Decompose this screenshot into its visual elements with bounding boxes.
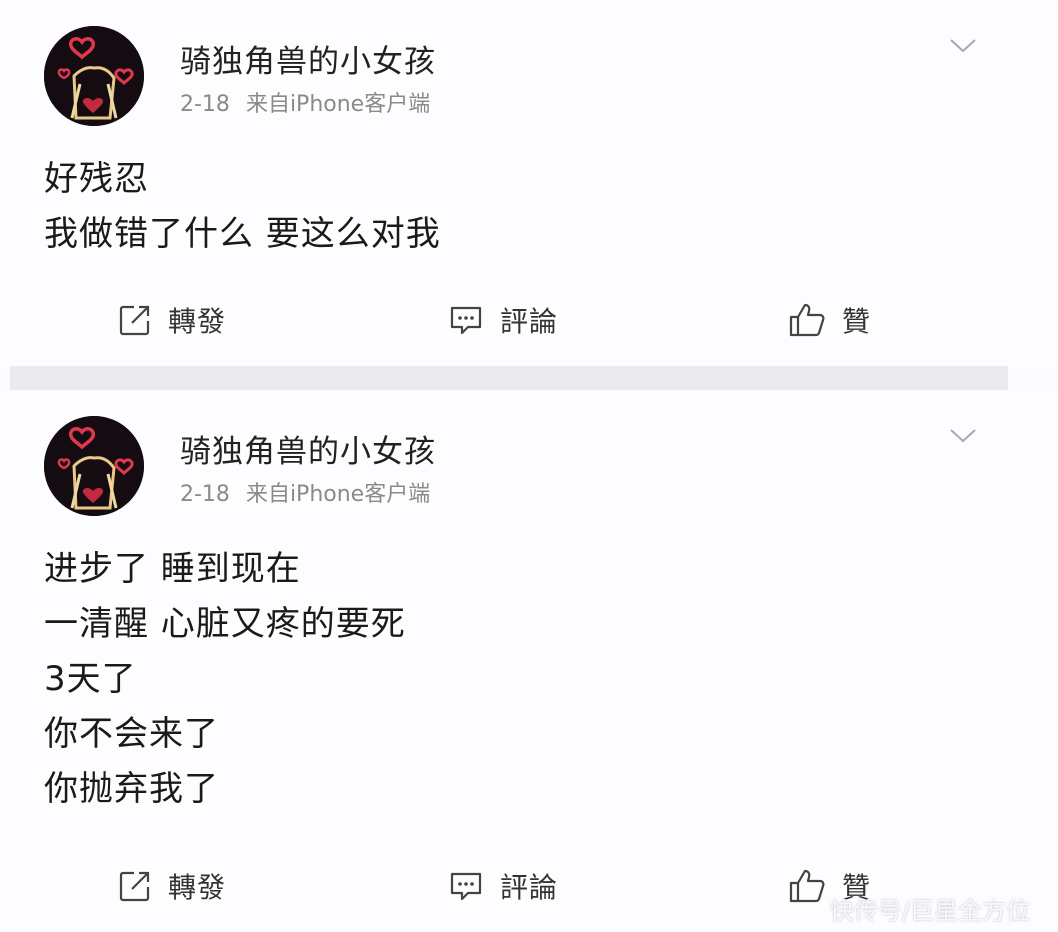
post-card: 骑独角兽的小女孩 2-18 来自iPhone客户端 好残忍 我做错了什么 要这么对… — [0, 0, 1058, 366]
post-text-line: 你不会来了 — [44, 714, 219, 754]
repost-button[interactable]: 轉發 — [118, 864, 226, 908]
post-meta: 2-18 来自iPhone客户端 — [180, 476, 430, 508]
chevron-down-icon[interactable] — [948, 426, 978, 446]
action-bar: 轉發 評論 贊 — [0, 298, 1058, 342]
post-meta: 2-18 来自iPhone客户端 — [180, 86, 430, 118]
repost-label: 轉發 — [168, 305, 227, 338]
comment-button[interactable]: 評論 — [448, 864, 558, 908]
repost-icon — [119, 871, 150, 902]
comment-button[interactable]: 評論 — [448, 298, 558, 342]
post-text-line: 好残忍 — [44, 159, 149, 199]
repost-button[interactable]: 轉發 — [118, 298, 226, 342]
avatar[interactable] — [44, 26, 144, 126]
like-button[interactable]: 贊 — [788, 298, 871, 342]
post-date: 2-18 — [180, 92, 230, 117]
comment-icon — [450, 306, 482, 335]
post-source: 来自iPhone客户端 — [245, 482, 431, 507]
post-text-line: 进步了 睡到现在 — [44, 549, 301, 589]
post-date: 2-18 — [180, 482, 230, 507]
post-text-line: 我做错了什么 要这么对我 — [44, 214, 441, 254]
like-label: 贊 — [842, 305, 872, 338]
post-content: 好残忍 我做错了什么 要这么对我 — [44, 152, 441, 262]
weibo-feed: 骑独角兽的小女孩 2-18 来自iPhone客户端 好残忍 我做错了什么 要这么对… — [0, 0, 1058, 932]
post-text-line: 一清醒 心脏又疼的要死 — [44, 604, 406, 644]
post-separator — [10, 366, 1008, 390]
username[interactable]: 骑独角兽的小女孩 — [180, 426, 436, 471]
avatar-heart-icon — [44, 26, 144, 126]
post-text-line: 3天了 — [44, 659, 137, 699]
comment-label: 評論 — [500, 305, 559, 338]
username[interactable]: 骑独角兽的小女孩 — [180, 36, 436, 81]
post-content: 进步了 睡到现在 一清醒 心脏又疼的要死 3天了 你不会来了 你抛弃我了 — [44, 542, 406, 817]
thumbs-up-icon — [789, 303, 825, 337]
repost-icon — [119, 305, 150, 336]
repost-label: 轉發 — [168, 871, 227, 904]
watermark: 快传号/巨星全方位 — [829, 897, 1030, 925]
chevron-down-icon[interactable] — [948, 36, 978, 56]
post-text-line: 你抛弃我了 — [44, 769, 219, 809]
avatar[interactable] — [44, 416, 144, 516]
avatar-heart-icon — [44, 416, 144, 516]
comment-icon — [450, 872, 482, 901]
post-source: 来自iPhone客户端 — [245, 92, 431, 117]
post-card: 骑独角兽的小女孩 2-18 来自iPhone客户端 进步了 睡到现在 一清醒 心脏… — [0, 390, 1058, 932]
comment-label: 評論 — [500, 871, 559, 904]
thumbs-up-icon — [789, 869, 825, 903]
